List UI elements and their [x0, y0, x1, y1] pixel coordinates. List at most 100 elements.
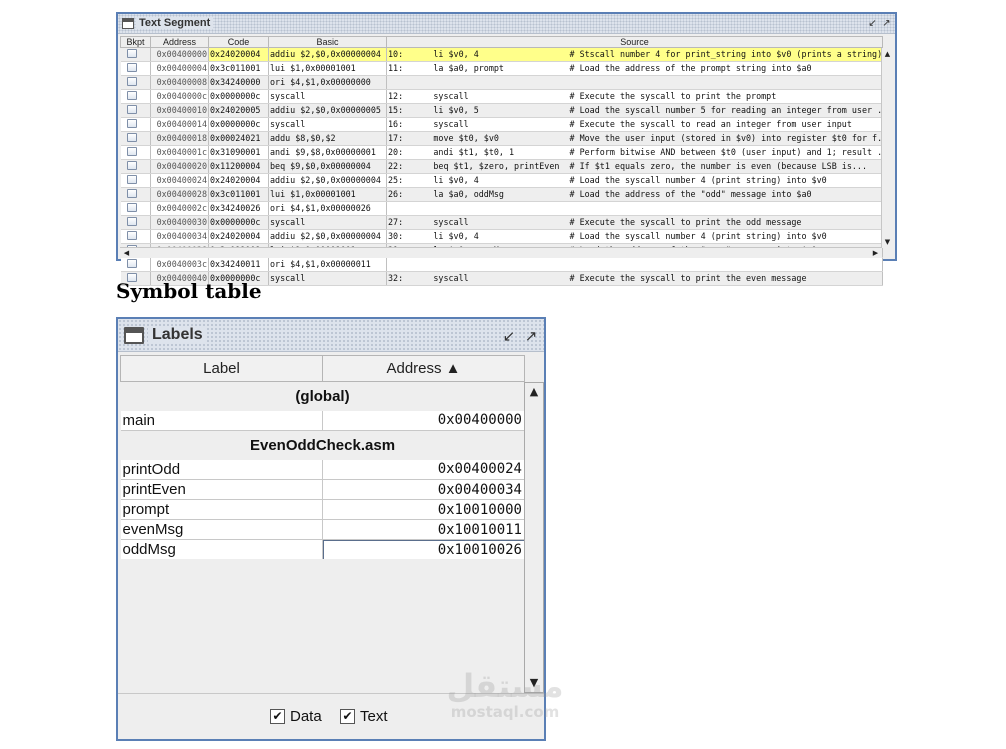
minimize-icon[interactable]: ↙	[500, 327, 518, 345]
column-header-address[interactable]: Address	[150, 36, 209, 48]
arrow-up-icon[interactable]: ▲	[882, 49, 893, 59]
labels-header-row: Label Address ▲	[120, 355, 525, 382]
label-row[interactable]: evenMsg 0x10010011	[120, 519, 525, 540]
window-icon	[124, 327, 144, 344]
arrow-down-icon[interactable]: ▼	[525, 675, 543, 691]
row-address: 0x00400004	[150, 61, 209, 76]
text-segment-row[interactable]: 0x0040000c 0x0000000c syscall 12: syscall #…	[120, 89, 883, 104]
text-segment-row[interactable]: 0x00400024 0x24020004 addiu $2,$0,0x000000…	[120, 173, 883, 188]
arrow-up-icon[interactable]: ▲	[525, 384, 543, 400]
breakpoint-checkbox[interactable]	[126, 77, 137, 86]
column-header-bkpt[interactable]: Bkpt	[120, 36, 151, 48]
label-address: 0x00400024	[322, 459, 525, 480]
row-basic: beq $9,$0,0x00000004	[268, 159, 387, 174]
label-name: prompt	[120, 499, 323, 520]
row-address: 0x00400010	[150, 103, 209, 118]
row-source: 26: la $a0, oddMsg # Load the address of…	[386, 187, 883, 202]
minimize-icon[interactable]: ↙	[866, 17, 879, 30]
text-segment-row[interactable]: 0x00400028 0x3c011001 lui $1,0x00001001 26:…	[120, 187, 883, 202]
row-code: 0x11200004	[208, 159, 269, 174]
text-segment-row[interactable]: 0x00400010 0x24020005 addiu $2,$0,0x000000…	[120, 103, 883, 118]
breakpoint-checkbox[interactable]	[126, 63, 137, 72]
text-segment-header-row: Bkpt Address Code Basic Source	[120, 36, 883, 48]
column-header-source[interactable]: Source	[386, 36, 883, 48]
row-source	[386, 201, 883, 216]
text-segment-titlebar[interactable]: Text Segment ↙ ↗	[118, 14, 895, 34]
column-header-code[interactable]: Code	[208, 36, 269, 48]
checkmark-icon[interactable]: ✔	[340, 709, 355, 724]
maximize-icon[interactable]: ↗	[522, 327, 540, 345]
breakpoint-checkbox[interactable]	[126, 49, 137, 58]
labels-vertical-scrollbar[interactable]: ▲ ▼	[524, 382, 544, 693]
row-code: 0x34240026	[208, 201, 269, 216]
text-segment-row[interactable]: 0x00400034 0x24020004 addiu $2,$0,0x000000…	[120, 229, 883, 244]
arrow-right-icon[interactable]: ▶	[870, 248, 881, 258]
row-source	[386, 257, 883, 272]
breakpoint-checkbox[interactable]	[126, 189, 137, 198]
text-segment-row[interactable]: 0x0040002c 0x34240026 ori $4,$1,0x00000026	[120, 201, 883, 216]
text-segment-row[interactable]: 0x00400014 0x0000000c syscall 16: syscall #…	[120, 117, 883, 132]
text-segment-row[interactable]: 0x00400030 0x0000000c syscall 27: syscall #…	[120, 215, 883, 230]
text-segment-horizontal-scrollbar[interactable]: ◀ ▶	[120, 247, 882, 258]
breakpoint-checkbox[interactable]	[126, 105, 137, 114]
row-source: 32: syscall # Execute the syscall to pri…	[386, 271, 883, 286]
breakpoint-checkbox[interactable]	[126, 175, 137, 184]
label-row[interactable]: main 0x00400000	[120, 410, 525, 431]
breakpoint-checkbox[interactable]	[126, 203, 137, 212]
row-address: 0x00400014	[150, 117, 209, 132]
column-header-basic[interactable]: Basic	[268, 36, 387, 48]
text-checkbox[interactable]: ✔ Text	[340, 708, 388, 725]
breakpoint-checkbox[interactable]	[126, 147, 137, 156]
breakpoint-checkbox[interactable]	[126, 259, 137, 268]
data-checkbox[interactable]: ✔ Data	[270, 708, 322, 725]
breakpoint-checkbox[interactable]	[126, 231, 137, 240]
arrow-left-icon[interactable]: ◀	[121, 248, 132, 258]
text-segment-vertical-scrollbar[interactable]: ▲ ▼	[881, 48, 893, 248]
text-segment-row[interactable]: 0x00400020 0x11200004 beq $9,$0,0x00000004…	[120, 159, 883, 174]
row-code: 0x31090001	[208, 145, 269, 160]
breakpoint-checkbox	[120, 229, 151, 244]
maximize-icon[interactable]: ↗	[880, 17, 893, 30]
text-segment-row[interactable]: 0x00400018 0x00024021 addu $8,$0,$2 17: mov…	[120, 131, 883, 146]
row-code: 0x24020004	[208, 173, 269, 188]
breakpoint-checkbox	[120, 61, 151, 76]
text-segment-row[interactable]: 0x0040003c 0x34240011 ori $4,$1,0x00000011	[120, 257, 883, 272]
label-row[interactable]: printOdd 0x00400024	[120, 459, 525, 480]
text-segment-row[interactable]: 0x0040001c 0x31090001 andi $9,$8,0x0000000…	[120, 145, 883, 160]
label-group-name: (global)	[120, 381, 525, 411]
breakpoint-checkbox	[120, 257, 151, 272]
breakpoint-checkbox[interactable]	[126, 133, 137, 142]
row-basic: lui $1,0x00001001	[268, 61, 387, 76]
labels-titlebar[interactable]: Labels ↙ ↗	[118, 319, 544, 352]
breakpoint-checkbox[interactable]	[126, 119, 137, 128]
row-source: 30: li $v0, 4 # Load the syscall number …	[386, 229, 883, 244]
arrow-down-icon[interactable]: ▼	[882, 237, 893, 247]
row-address: 0x00400008	[150, 75, 209, 90]
row-basic: syscall	[268, 271, 387, 286]
row-basic: lui $1,0x00001001	[268, 187, 387, 202]
text-segment-row[interactable]: 0x00400000 0x24020004 addiu $2,$0,0x000000…	[120, 47, 883, 62]
text-segment-row[interactable]: 0x00400008 0x34240000 ori $4,$1,0x00000000	[120, 75, 883, 90]
breakpoint-checkbox[interactable]	[126, 91, 137, 100]
checkmark-icon[interactable]: ✔	[270, 709, 285, 724]
label-name: printOdd	[120, 459, 323, 480]
breakpoint-checkbox[interactable]	[126, 161, 137, 170]
breakpoint-checkbox[interactable]	[126, 217, 137, 226]
column-header-address-sorted[interactable]: Address ▲	[322, 355, 525, 382]
label-row[interactable]: printEven 0x00400034	[120, 479, 525, 500]
text-checkbox-label: Text	[360, 708, 388, 725]
row-address: 0x00400030	[150, 215, 209, 230]
row-source: 15: li $v0, 5 # Load the syscall number …	[386, 103, 883, 118]
row-address: 0x00400000	[150, 47, 209, 62]
text-segment-row[interactable]: 0x00400004 0x3c011001 lui $1,0x00001001 11:…	[120, 61, 883, 76]
labels-empty-area	[120, 559, 524, 693]
label-row[interactable]: prompt 0x10010000	[120, 499, 525, 520]
labels-footer: ✔ Data ✔ Text	[118, 693, 544, 739]
column-header-label[interactable]: Label	[120, 355, 323, 382]
text-segment-window: Text Segment ↙ ↗ Bkpt Address Code Basic…	[116, 12, 897, 286]
label-group-row: EvenOddCheck.asm	[120, 430, 525, 460]
label-row[interactable]: oddMsg 0x10010026	[120, 539, 525, 560]
breakpoint-checkbox	[120, 215, 151, 230]
breakpoint-checkbox	[120, 47, 151, 62]
label-group-name: EvenOddCheck.asm	[120, 430, 525, 460]
